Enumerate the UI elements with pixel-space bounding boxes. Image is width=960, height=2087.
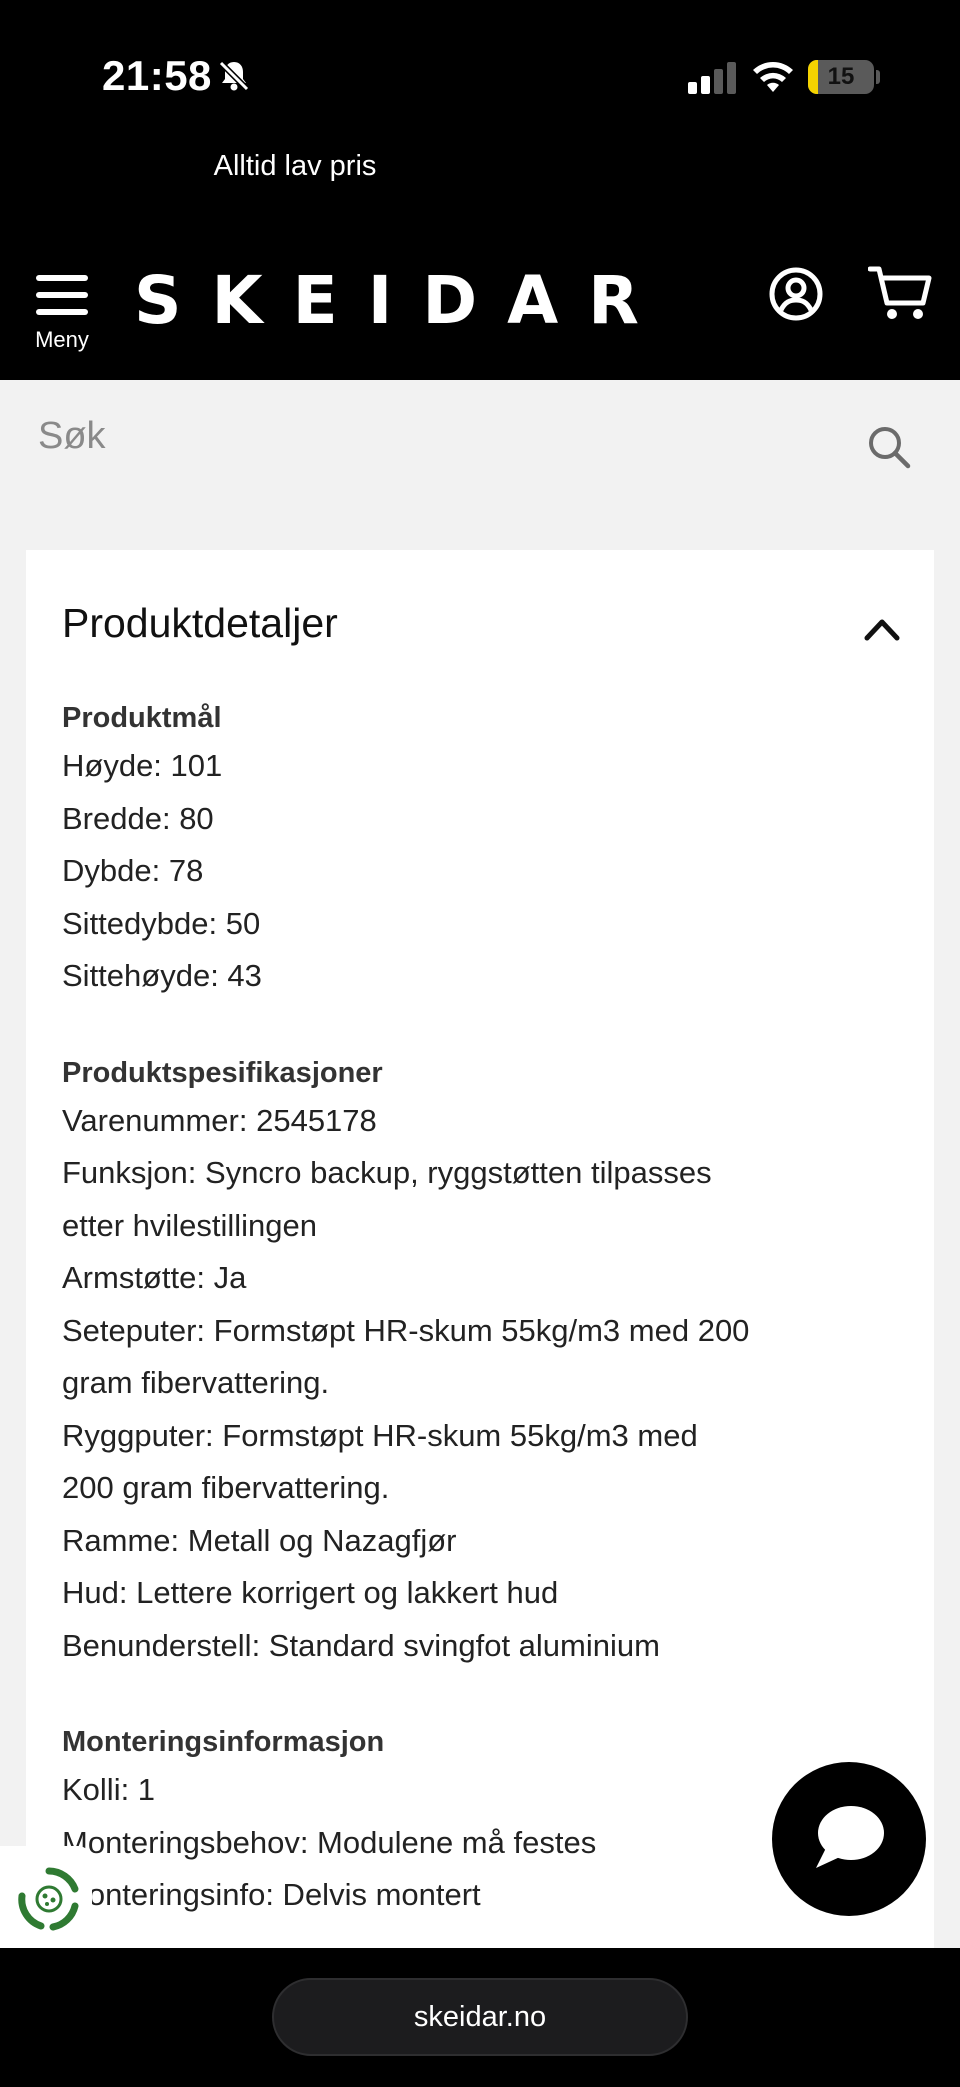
detail-line: 200 gram fibervattering.: [62, 1470, 390, 1505]
menu-icon: [36, 271, 88, 319]
detail-line: Sittehøyde: 43: [62, 958, 262, 993]
section-product-dimensions: Produktmål Høyde: 101 Bredde: 80 Dybde: …: [62, 696, 922, 1003]
site-header: Meny SKEIDAR: [0, 230, 960, 380]
detail-line: Høyde: 101: [62, 748, 223, 783]
detail-line: Ryggputer: Formstøpt HR-skum 55kg/m3 med: [62, 1417, 698, 1453]
detail-line: Ramme: Metall og Nazagfjør: [62, 1522, 457, 1558]
search-input[interactable]: [38, 406, 818, 466]
product-details-accordion: Produktdetaljer Produktmål Høyde: 101 Br…: [26, 550, 934, 1948]
product-details-content: Produktmål Høyde: 101 Bredde: 80 Dybde: …: [62, 696, 922, 1948]
section-title: Produktmål: [62, 702, 222, 734]
section-product-specifications: Produktspesifikasjoner Varenummer: 25451…: [62, 1051, 922, 1673]
detail-line: Seteputer: Formstøpt HR-skum 55kg/m3 med…: [62, 1312, 750, 1348]
chat-bubble-icon: [816, 1806, 884, 1868]
promo-text: Alltid lav pris: [213, 150, 377, 182]
detail-line: Funksjon: Syncro backup, ryggstøtten til…: [62, 1155, 712, 1190]
status-bar: 21:58 15: [0, 0, 960, 150]
detail-line: Sittedybde: 50: [62, 905, 261, 941]
detail-line: Varenummer: 2545178: [62, 1102, 377, 1138]
search-icon[interactable]: [866, 424, 912, 470]
bell-muted-icon: [217, 59, 251, 93]
address-bar[interactable]: skeidar.no: [272, 1978, 688, 2056]
status-time: 21:58: [102, 52, 212, 99]
detail-line: Dybde: 78: [62, 853, 204, 888]
detail-line: Benunderstell: Standard svingfot alumini…: [62, 1627, 660, 1663]
detail-line: Armstøtte: Ja: [62, 1260, 247, 1295]
cart-icon[interactable]: [868, 264, 932, 322]
accordion-title[interactable]: Produktdetaljer: [62, 600, 338, 647]
site-logo[interactable]: SKEIDAR: [134, 262, 669, 339]
detail-line: Hud: Lettere korrigert og lakkert hud: [62, 1575, 559, 1610]
browser-bottom-bar: skeidar.no: [0, 1948, 960, 2087]
battery-level: 15: [827, 63, 855, 90]
menu-label: Meny: [35, 327, 89, 352]
wifi-icon: [753, 62, 793, 92]
chevron-up-icon[interactable]: [862, 614, 902, 644]
menu-button[interactable]: Meny: [22, 265, 102, 355]
detail-line: Bredde: 80: [62, 800, 214, 836]
account-icon[interactable]: [768, 266, 824, 322]
detail-line: etter hvilestillingen: [62, 1207, 318, 1243]
cookie-consent-button[interactable]: [0, 1846, 92, 1950]
chat-button[interactable]: [772, 1762, 926, 1916]
battery-nub: [876, 70, 880, 84]
cellular-signal-icon: [688, 62, 736, 94]
section-title: Produktspesifikasjoner: [62, 1056, 383, 1089]
section-title: Monteringsinformasjon: [62, 1726, 385, 1758]
detail-line: gram fibervattering.: [62, 1365, 330, 1400]
search-bar: [0, 380, 960, 492]
battery-indicator: 15: [808, 60, 874, 94]
cookie-settings-icon: [18, 1867, 79, 1931]
